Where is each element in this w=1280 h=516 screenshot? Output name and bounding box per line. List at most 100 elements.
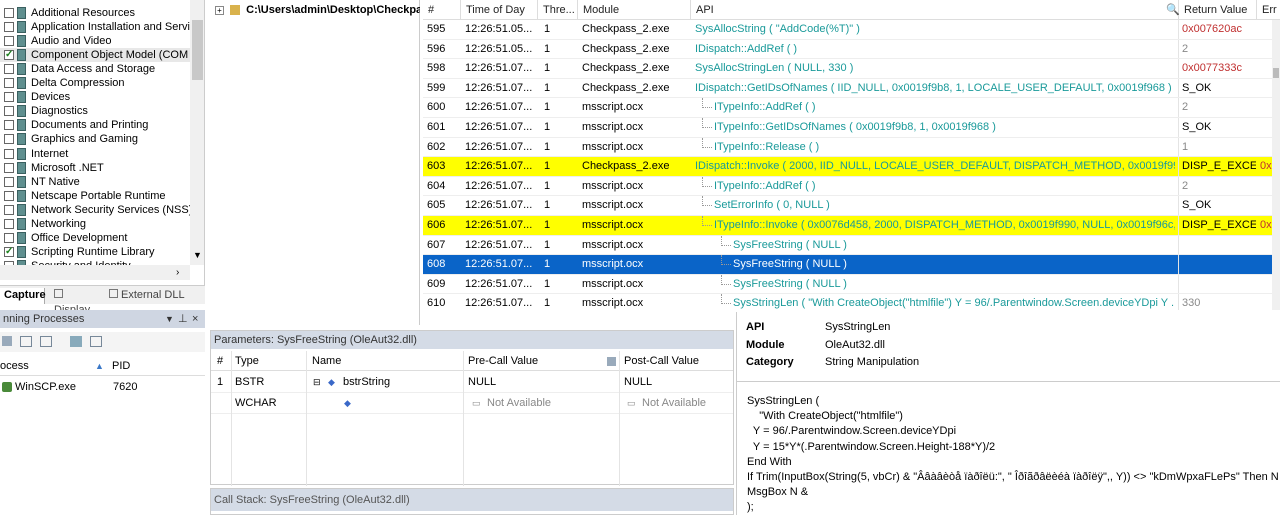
category-checkbox[interactable] <box>4 232 14 243</box>
category-item[interactable]: Diagnostics <box>0 104 190 118</box>
col-param-num[interactable]: # <box>217 351 223 371</box>
col-process[interactable]: ocess <box>0 356 29 376</box>
module-value: OleAut32.dll <box>825 339 885 351</box>
col-module[interactable]: Module <box>577 0 690 20</box>
category-item[interactable]: Graphics and Gaming <box>0 132 190 146</box>
process-row[interactable]: WinSCP.exe 7620 <box>0 378 205 396</box>
scroll-down-icon[interactable]: ▼ <box>193 250 202 260</box>
category-item[interactable]: Documents and Printing <box>0 118 190 132</box>
category-item[interactable]: Scripting Runtime Library <box>0 245 190 259</box>
api-call-row[interactable]: 601 12:26:51.07... 1 msscript.ocx ITypeInfo:… <box>423 118 1280 138</box>
api-call-row[interactable]: 608 12:26:51.07... 1 msscript.ocx SysFreeStr… <box>423 255 1280 275</box>
col-error[interactable]: Err <box>1256 0 1280 20</box>
row-module: msscript.ocx <box>582 121 644 133</box>
scroll-right-icon[interactable]: › <box>176 267 179 278</box>
param-column-divider <box>306 351 307 486</box>
row-divider <box>1178 216 1179 235</box>
category-item[interactable]: Additional Resources <box>0 6 190 20</box>
category-checkbox[interactable] <box>4 245 14 259</box>
category-item[interactable]: Data Access and Storage <box>0 62 190 76</box>
col-param-name[interactable]: Name <box>312 351 341 371</box>
category-checkbox[interactable] <box>4 148 14 159</box>
category-checkbox[interactable] <box>4 218 14 229</box>
toolbar-icon-5[interactable] <box>90 336 102 347</box>
category-checkbox[interactable] <box>4 22 14 33</box>
category-item[interactable]: Netscape Portable Runtime <box>0 189 190 203</box>
tab-display[interactable]: Display <box>50 288 102 316</box>
category-checkbox[interactable] <box>4 64 14 75</box>
book-icon <box>17 105 26 118</box>
category-item[interactable]: Office Development <box>0 231 190 245</box>
grid-scroll-thumb[interactable] <box>1273 68 1279 78</box>
scroll-thumb[interactable] <box>192 20 203 80</box>
toolbar-icon-1[interactable] <box>2 336 12 346</box>
col-thread[interactable]: Thre... <box>537 0 577 20</box>
search-icon[interactable]: 🔍 <box>1161 0 1180 20</box>
tab-external-dll[interactable]: External DLL <box>105 288 185 304</box>
api-call-row[interactable]: 606 12:26:51.07... 1 msscript.ocx ITypeInfo:… <box>423 216 1280 236</box>
category-scrollbar[interactable]: ▼ <box>190 0 204 265</box>
category-checkbox[interactable] <box>4 36 14 47</box>
category-checkbox[interactable] <box>4 190 14 201</box>
api-call-row[interactable]: 595 12:26:51.05... 1 Checkpass_2.exe SysAllo… <box>423 20 1280 40</box>
api-call-row[interactable]: 609 12:26:51.07... 1 msscript.ocx SysFreeStr… <box>423 274 1280 295</box>
category-checkbox[interactable] <box>4 106 14 117</box>
api-call-row[interactable]: 602 12:26:51.07... 1 msscript.ocx ITypeInfo:… <box>423 137 1280 158</box>
callstack-header: Call Stack: SysFreeString (OleAut32.dll) <box>211 489 733 511</box>
horizontal-scrollbar[interactable]: › <box>0 265 190 280</box>
category-checkbox[interactable] <box>4 48 14 62</box>
expand-icon[interactable]: + <box>215 5 224 15</box>
col-num[interactable]: # <box>423 0 460 20</box>
col-param-post[interactable]: Post-Call Value <box>624 351 699 371</box>
category-checkbox[interactable] <box>4 120 14 131</box>
category-item[interactable]: Component Object Model (COM <box>0 48 190 63</box>
category-checkbox[interactable] <box>4 78 14 89</box>
col-api[interactable]: API <box>690 0 1178 20</box>
toolbar-icon-2[interactable] <box>20 336 32 347</box>
col-time[interactable]: Time of Day <box>460 0 537 20</box>
col-return[interactable]: Return Value <box>1178 0 1256 20</box>
category-item[interactable]: Audio and Video <box>0 34 190 48</box>
api-call-row[interactable]: 596 12:26:51.05... 1 Checkpass_2.exe IDispat… <box>423 39 1280 60</box>
category-item[interactable]: Devices <box>0 90 190 104</box>
api-call-row[interactable]: 600 12:26:51.07... 1 msscript.ocx ITypeInfo:… <box>423 98 1280 118</box>
api-call-row[interactable]: 598 12:26:51.07... 1 Checkpass_2.exe SysAllo… <box>423 59 1280 79</box>
category-item[interactable]: Networking <box>0 217 190 231</box>
grid-scrollbar[interactable] <box>1272 20 1280 310</box>
toolbar-icon-3[interactable] <box>40 336 52 347</box>
row-num: 598 <box>427 62 446 75</box>
param-row[interactable]: 1 BSTR ⊟ ◆ bstrString NULL NULL <box>211 372 733 393</box>
category-checkbox[interactable] <box>4 8 14 18</box>
collapse-icon[interactable]: ⊟ <box>313 372 321 393</box>
category-checkbox[interactable] <box>4 162 14 173</box>
category-checkbox[interactable] <box>4 176 14 187</box>
api-call-row[interactable]: 607 12:26:51.07... 1 msscript.ocx SysFreeStr… <box>423 235 1280 256</box>
category-checkbox[interactable] <box>4 134 14 145</box>
api-call-row[interactable]: 605 12:26:51.07... 1 msscript.ocx SetErrorIn… <box>423 196 1280 216</box>
col-param-pre[interactable]: Pre-Call Value <box>468 351 538 371</box>
api-call-row[interactable]: 610 12:26:51.07... 1 msscript.ocx SysStringL… <box>423 294 1280 310</box>
category-item[interactable]: Microsoft .NET <box>0 161 190 175</box>
category-item[interactable]: Delta Compression <box>0 76 190 90</box>
toolbar-icon-4[interactable] <box>70 336 82 347</box>
category-item[interactable]: Internet <box>0 147 190 161</box>
pane-dropdown-icon[interactable]: ▼ <box>165 310 174 328</box>
close-icon[interactable]: × <box>192 310 198 328</box>
col-pid[interactable]: PID <box>112 356 130 376</box>
api-call-row[interactable]: 604 12:26:51.07... 1 msscript.ocx ITypeInfo:… <box>423 176 1280 197</box>
category-label: Additional Resources <box>31 7 135 19</box>
category-checkbox[interactable] <box>4 92 14 103</box>
tab-capture[interactable]: Capture <box>0 288 46 304</box>
param-row[interactable]: WCHAR ◆ ▭ Not Available ▭ Not Available <box>211 393 733 414</box>
category-checkbox[interactable] <box>4 204 14 215</box>
col-param-type[interactable]: Type <box>235 351 259 371</box>
api-call-row[interactable]: 599 12:26:51.07... 1 Checkpass_2.exe IDispat… <box>423 78 1280 99</box>
category-item[interactable]: NT Native <box>0 175 190 189</box>
tree-root[interactable]: + C:\Users\admin\Desktop\Checkpa <box>215 2 420 18</box>
category-item[interactable]: Network Security Services (NSS) <box>0 203 190 217</box>
category-item[interactable]: Application Installation and Servi <box>0 20 190 34</box>
api-call-row[interactable]: 603 12:26:51.07... 1 Checkpass_2.exe IDispat… <box>423 157 1280 177</box>
pin-icon[interactable]: ⊥ <box>178 310 188 328</box>
category-label: Diagnostics <box>31 105 88 118</box>
row-return: 1 <box>1182 140 1189 153</box>
